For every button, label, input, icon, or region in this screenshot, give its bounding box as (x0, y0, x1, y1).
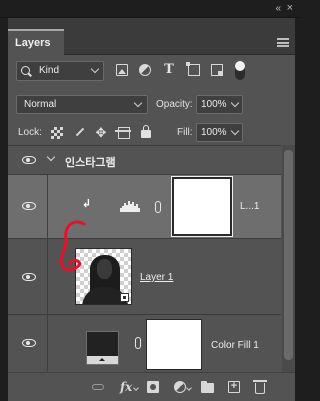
new-group-icon[interactable] (201, 381, 214, 393)
opacity-value: 100% (201, 99, 227, 110)
visibility-eye-icon[interactable] (22, 156, 36, 164)
color-fill-thumbnail[interactable] (86, 331, 119, 365)
fill-input[interactable]: 100% (196, 123, 230, 142)
layer-row-color-fill[interactable]: Color Fill 1 (8, 315, 281, 373)
fill-label: Fill: (177, 127, 193, 138)
image-filter-icon[interactable] (116, 64, 128, 76)
fill-value: 100% (201, 127, 227, 138)
visibility-eye-icon[interactable] (22, 273, 36, 281)
layer-row-group[interactable]: 인스타그램 (8, 146, 281, 175)
filter-row: Kind T (8, 55, 295, 85)
chevron-down-icon[interactable] (46, 152, 56, 162)
chevron-down-icon (186, 385, 192, 391)
layer-thumbnail[interactable] (75, 248, 132, 305)
chevron-down-icon (90, 64, 100, 74)
layers-scrollbar[interactable] (282, 145, 295, 372)
chevron-down-icon (133, 385, 139, 391)
opacity-input[interactable]: 100% (196, 95, 230, 114)
row-divider (47, 175, 48, 238)
layer-name[interactable]: Color Fill 1 (211, 340, 259, 351)
type-filter-icon[interactable]: T (163, 63, 175, 76)
chevron-down-icon (230, 98, 240, 108)
kind-filter-label: Kind (39, 65, 60, 76)
layer-mask-thumbnail[interactable] (171, 176, 233, 237)
layer-effects-button[interactable]: fx (120, 381, 132, 393)
layers-list: 인스타그램 ↲ L...1 Layer 1 Color Fill 1 (8, 145, 281, 373)
panel-tab-bar: Layers (8, 18, 295, 55)
delete-layer-icon[interactable] (253, 380, 267, 394)
layers-panel: Layers Kind T Normal Opacity: 100% Lock:… (8, 18, 295, 401)
layer-name[interactable]: L...1 (240, 201, 259, 212)
blend-mode-dropdown[interactable]: Normal (16, 95, 148, 114)
lock-label: Lock: (18, 127, 42, 138)
new-adjustment-layer-icon[interactable] (174, 381, 186, 393)
lock-transparent-pixels-icon[interactable] (51, 127, 63, 139)
shape-filter-icon[interactable] (186, 62, 200, 76)
new-layer-icon[interactable]: + (228, 381, 240, 393)
lock-position-icon[interactable]: ✥ (95, 126, 107, 139)
clipping-mask-icon: ↲ (82, 198, 92, 210)
add-mask-icon[interactable] (147, 381, 159, 393)
panel-menu-icon[interactable] (277, 38, 289, 47)
tab-layers-label: Layers (15, 37, 51, 49)
levels-adjustment-icon[interactable] (120, 201, 140, 212)
adjustment-filter-icon[interactable] (139, 64, 151, 76)
fill-slider-button[interactable] (229, 123, 243, 142)
chevron-down-icon (133, 98, 143, 108)
lock-row: Lock: ✥ Fill: 100% (8, 118, 295, 148)
layer-name[interactable]: Layer 1 (140, 272, 173, 283)
lock-all-icon[interactable] (141, 125, 151, 138)
mask-link-icon[interactable] (135, 337, 141, 349)
panel-dock-strip: « × (0, 0, 301, 18)
mask-link-icon[interactable] (155, 201, 161, 213)
row-divider (47, 239, 48, 314)
chevron-down-icon (230, 126, 240, 136)
opacity-slider-button[interactable] (229, 95, 243, 114)
layers-bottom-toolbar: fx + (8, 372, 295, 401)
close-panel-icon[interactable]: × (287, 2, 293, 14)
search-icon (21, 66, 30, 75)
layer-row-layer-1[interactable]: Layer 1 (8, 239, 281, 315)
visibility-eye-icon[interactable] (22, 202, 36, 210)
group-name: 인스타그램 (65, 157, 116, 169)
filter-toggle-switch[interactable] (235, 61, 245, 80)
collapse-panels-icon[interactable]: « (275, 3, 280, 14)
blend-mode-value: Normal (24, 99, 57, 110)
scrollbar-thumb[interactable] (284, 150, 293, 360)
row-divider (47, 315, 48, 373)
lock-image-pixels-icon[interactable] (75, 127, 85, 137)
smart-object-badge-icon (120, 293, 129, 302)
kind-filter-dropdown[interactable]: Kind (16, 61, 104, 81)
visibility-eye-icon[interactable] (22, 339, 36, 347)
smart-object-filter-icon[interactable] (211, 64, 223, 76)
tab-layers[interactable]: Layers (8, 29, 64, 55)
link-layers-icon[interactable] (92, 384, 104, 390)
blend-row: Normal Opacity: 100% (8, 90, 295, 120)
lock-artboard-icon[interactable] (115, 127, 131, 139)
layer-mask-thumbnail[interactable] (146, 319, 202, 370)
opacity-label: Opacity: (156, 99, 193, 110)
layer-row-levels[interactable]: ↲ L...1 (8, 175, 281, 239)
